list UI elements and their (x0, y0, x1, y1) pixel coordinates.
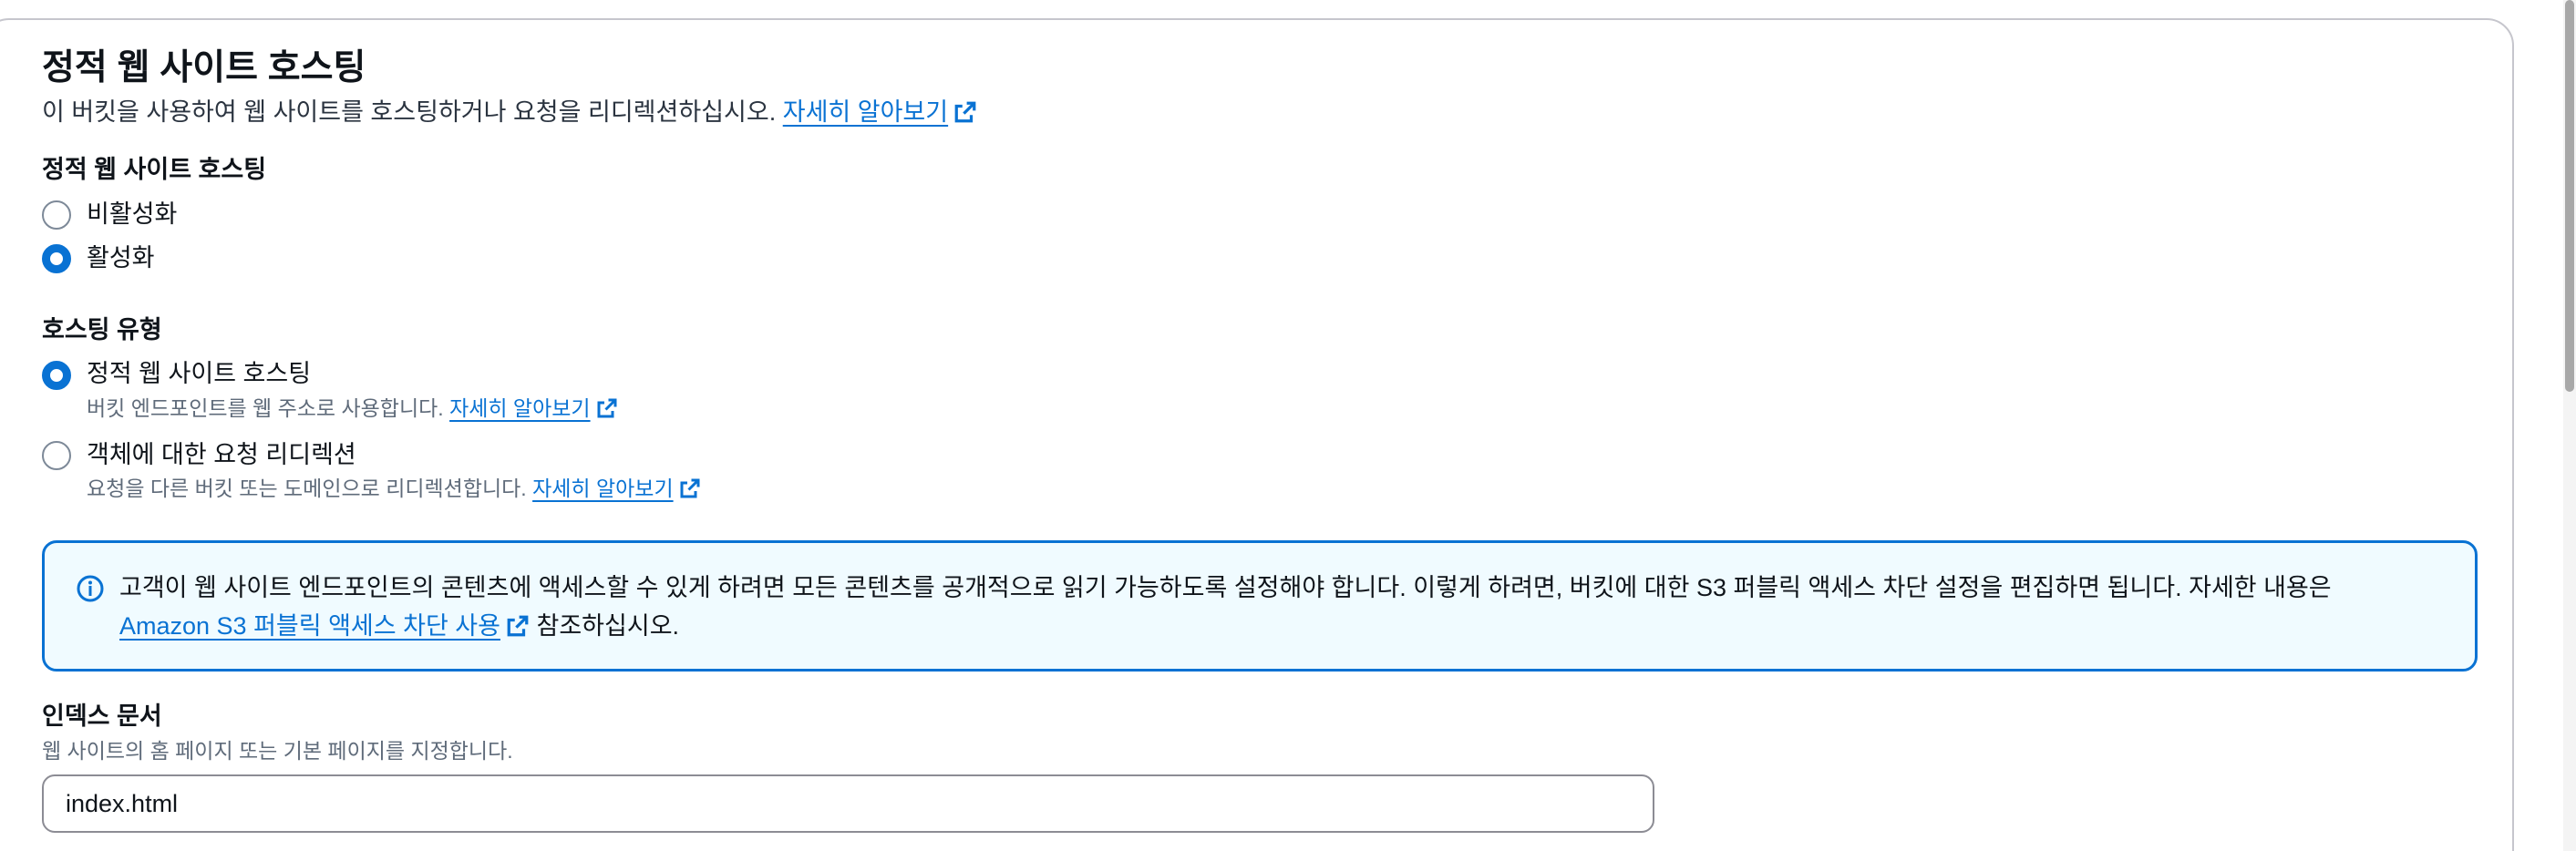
radio-redirect-label[interactable]: 객체에 대한 요청 리디렉션 (87, 443, 356, 467)
index-document-input[interactable] (42, 774, 1654, 833)
block-public-access-link-label: Amazon S3 퍼블릭 액세스 차단 사용 (119, 612, 500, 640)
index-document-hint: 웹 사이트의 홈 페이지 또는 기본 페이지를 지정합니다. (42, 739, 513, 763)
external-link-icon[interactable] (506, 614, 530, 638)
static-hosting-label: 정적 웹 사이트 호스팅 (42, 156, 267, 183)
radio-static-hosting[interactable] (42, 361, 71, 390)
radio-disable[interactable] (42, 200, 71, 230)
block-public-access-link[interactable]: Amazon S3 퍼블릭 액세스 차단 사용 (119, 612, 500, 640)
radio-redirect[interactable] (42, 441, 71, 470)
panel-description: 이 버킷을 사용하여 웹 사이트를 호스팅하거나 요청을 리디렉션하십시오. 자… (42, 100, 977, 125)
page: 정적 웹 사이트 호스팅 이 버킷을 사용하여 웹 사이트를 호스팅하거나 요청… (0, 0, 2576, 851)
static-website-hosting-panel (0, 18, 2514, 851)
external-link-icon[interactable] (596, 397, 618, 419)
static-hosting-description-text: 버킷 엔드포인트를 웹 주소로 사용합니다. (87, 396, 444, 420)
static-hosting-learn-more-link[interactable]: 자세히 알아보기 (449, 396, 591, 420)
panel-description-text: 이 버킷을 사용하여 웹 사이트를 호스팅하거나 요청을 리디렉션하십시오. (42, 98, 777, 126)
radio-enable-label[interactable]: 활성화 (87, 246, 155, 271)
redirect-learn-more-link[interactable]: 자세히 알아보기 (532, 477, 674, 500)
external-link-icon[interactable] (679, 477, 701, 499)
radio-static-hosting-description: 버킷 엔드포인트를 웹 주소로 사용합니다. 자세히 알아보기 (87, 397, 618, 419)
index-document-label: 인덱스 문서 (42, 702, 162, 730)
scrollbar-thumb[interactable] (2565, 0, 2574, 392)
redirect-description-text: 요청을 다른 버킷 또는 도메인으로 리디렉션합니다. (87, 477, 527, 500)
redirect-learn-more-label: 자세히 알아보기 (532, 477, 674, 500)
radio-enable[interactable] (42, 244, 71, 273)
hosting-type-label: 호스팅 유형 (42, 316, 162, 343)
panel-title: 정적 웹 사이트 호스팅 (42, 48, 366, 87)
vertical-scrollbar[interactable] (2563, 0, 2576, 851)
external-link-icon[interactable] (953, 100, 977, 124)
radio-disable-label[interactable]: 비활성화 (87, 202, 177, 227)
info-alert-suffix: 참조하십시오. (536, 612, 680, 640)
static-hosting-learn-more-label: 자세히 알아보기 (449, 396, 591, 420)
info-alert-text: 고객이 웹 사이트 엔드포인트의 콘텐츠에 액세스할 수 있게 하려면 모든 콘… (119, 569, 2453, 645)
radio-redirect-description: 요청을 다른 버킷 또는 도메인으로 리디렉션합니다. 자세히 알아보기 (87, 477, 701, 499)
learn-more-link[interactable]: 자세히 알아보기 (783, 98, 948, 126)
radio-static-hosting-label[interactable]: 정적 웹 사이트 호스팅 (87, 362, 311, 386)
info-alert-body: 고객이 웹 사이트 엔드포인트의 콘텐츠에 액세스할 수 있게 하려면 모든 콘… (119, 574, 2332, 601)
learn-more-link-label: 자세히 알아보기 (782, 98, 949, 126)
info-icon (77, 575, 104, 602)
info-alert: 고객이 웹 사이트 엔드포인트의 콘텐츠에 액세스할 수 있게 하려면 모든 콘… (42, 540, 2478, 672)
